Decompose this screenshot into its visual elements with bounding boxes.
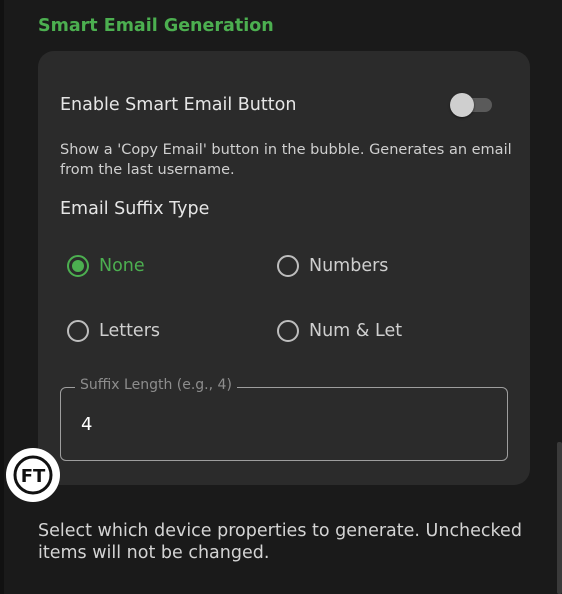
toggle-thumb (450, 93, 474, 117)
email-suffix-type-label: Email Suffix Type (60, 199, 210, 219)
radio-numbers[interactable]: Numbers (277, 251, 388, 281)
radio-label-numbers: Numbers (309, 256, 389, 276)
ft-logo-icon: FT (13, 455, 53, 495)
smart-email-card: Enable Smart Email Button Show a 'Copy E… (38, 51, 530, 485)
radio-label-num-and-let: Num & Let (309, 321, 403, 341)
device-properties-description: Select which device properties to genera… (38, 521, 522, 563)
radio-unchecked-icon (67, 320, 89, 342)
radio-num-and-let[interactable]: Num & Let (277, 316, 402, 346)
radio-none[interactable]: None (67, 251, 145, 281)
radio-label-letters: Letters (99, 321, 161, 341)
suffix-length-label: Suffix Length (e.g., 4) (75, 377, 237, 393)
settings-page: Smart Email Generation Enable Smart Emai… (0, 0, 562, 594)
radio-unchecked-icon (277, 255, 299, 277)
enable-smart-email-label: Enable Smart Email Button (60, 95, 297, 115)
left-edge (0, 0, 4, 594)
enable-smart-email-toggle[interactable] (450, 93, 494, 117)
suffix-length-input[interactable]: Suffix Length (e.g., 4) 4 (60, 377, 508, 461)
radio-unchecked-icon (277, 320, 299, 342)
radio-checked-icon (67, 255, 89, 277)
floating-logo-button[interactable]: FT (6, 448, 60, 502)
suffix-length-value[interactable]: 4 (81, 414, 92, 435)
ft-logo-text: FT (21, 466, 46, 487)
scrollbar[interactable] (557, 442, 562, 594)
section-title: Smart Email Generation (38, 16, 274, 36)
radio-label-none: None (99, 256, 145, 276)
smart-email-description: Show a 'Copy Email' button in the bubble… (60, 142, 512, 178)
radio-letters[interactable]: Letters (67, 316, 160, 346)
